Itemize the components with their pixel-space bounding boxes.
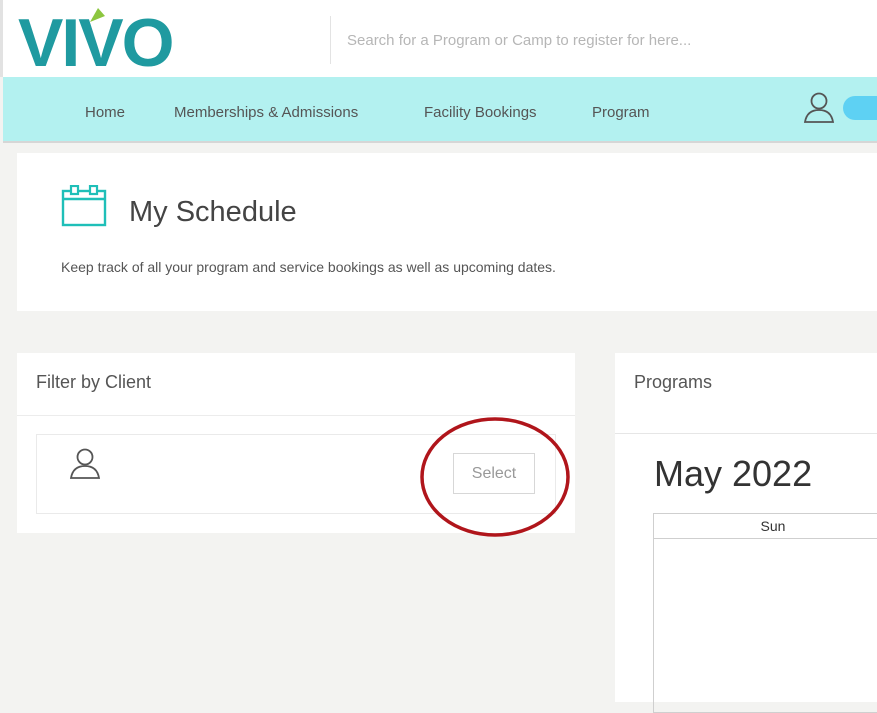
nav-item-facility-bookings[interactable]: Facility Bookings xyxy=(424,104,537,121)
calendar-day-header: Sun xyxy=(654,514,877,539)
nav-item-program[interactable]: Program xyxy=(592,104,650,121)
nav-item-memberships-admissions[interactable]: Memberships & Admissions xyxy=(174,104,358,121)
calendar-grid: Sun xyxy=(653,513,877,713)
page-title: My Schedule xyxy=(129,196,297,228)
nav-item-home[interactable]: Home xyxy=(85,104,125,121)
user-icon[interactable] xyxy=(802,90,836,124)
page-header: My Schedule Keep track of all your progr… xyxy=(17,153,877,311)
panel-divider xyxy=(615,433,877,434)
panel-divider xyxy=(17,415,575,416)
page-subtitle: Keep track of all your program and servi… xyxy=(61,259,556,275)
main-nav: Home Memberships & Admissions Facility B… xyxy=(3,77,877,143)
programs-panel: Programs May 2022 Sun xyxy=(615,353,877,713)
red-circle-highlight xyxy=(420,417,570,537)
calendar-month-title: May 2022 xyxy=(654,453,813,494)
calendar-icon xyxy=(61,185,107,227)
search-divider xyxy=(330,16,331,64)
top-bar: VIVO xyxy=(0,0,877,80)
account-toggle[interactable] xyxy=(843,96,877,120)
user-icon xyxy=(69,448,101,479)
day-header-sun: Sun xyxy=(760,518,786,534)
search-input[interactable] xyxy=(341,22,873,58)
programs-title: Programs xyxy=(634,372,713,392)
vivo-logo[interactable]: VIVO xyxy=(18,6,218,80)
leaf-icon xyxy=(90,8,105,22)
filter-title: Filter by Client xyxy=(36,372,152,392)
